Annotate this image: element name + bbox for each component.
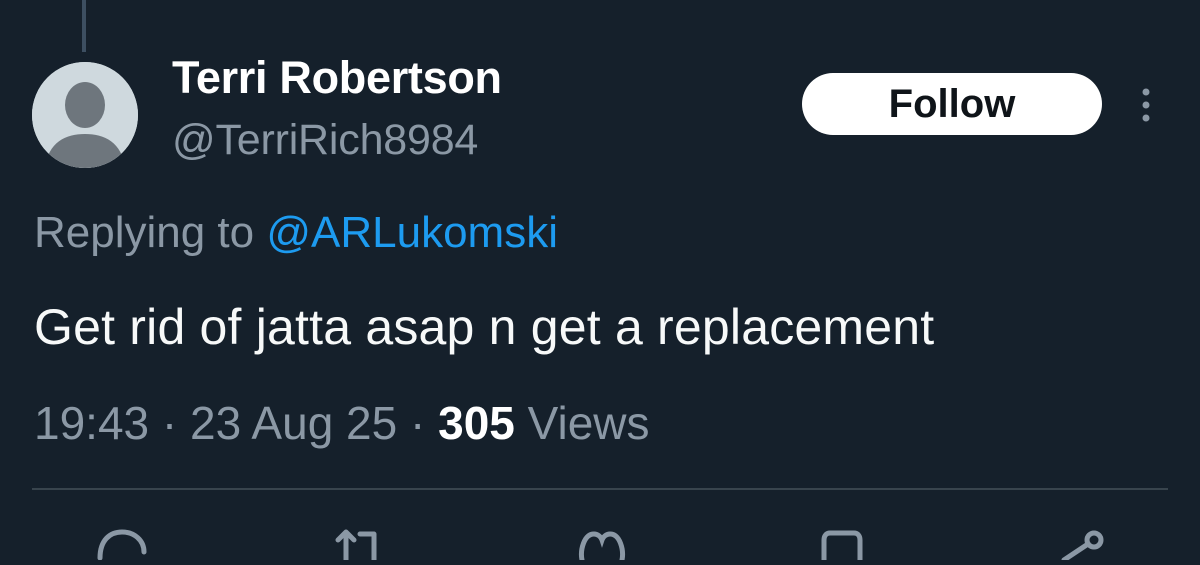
author-handle[interactable]: @TerriRich8984 — [172, 116, 478, 165]
tweet-meta: 19:43 · 23 Aug 25 · 305 Views — [34, 396, 650, 450]
views-count[interactable]: 305 — [438, 397, 515, 449]
bookmark-icon[interactable] — [812, 520, 872, 563]
tweet-time[interactable]: 19:43 — [34, 397, 149, 449]
avatar[interactable] — [32, 62, 138, 168]
replying-to-line: Replying to @ARLukomski — [34, 208, 558, 258]
thread-connector-line — [82, 0, 86, 52]
more-vertical-icon[interactable] — [1130, 84, 1162, 126]
follow-button[interactable]: Follow — [802, 73, 1102, 135]
tweet-text: Get rid of jatta asap n get a replacemen… — [34, 299, 935, 355]
views-label[interactable]: Views — [515, 397, 650, 449]
reply-icon[interactable] — [92, 520, 152, 561]
meta-separator: · — [397, 397, 439, 449]
retweet-icon[interactable] — [330, 520, 390, 563]
meta-separator: · — [149, 397, 191, 449]
default-avatar-icon — [32, 62, 138, 168]
replying-to-label: Replying to — [34, 208, 267, 257]
like-icon[interactable] — [572, 520, 632, 563]
author-display-name[interactable]: Terri Robertson — [172, 52, 502, 104]
tweet-date[interactable]: 23 Aug 25 — [190, 397, 397, 449]
share-icon[interactable] — [1050, 520, 1110, 563]
reply-mention-link[interactable]: @ARLukomski — [266, 208, 558, 257]
divider — [32, 488, 1168, 490]
